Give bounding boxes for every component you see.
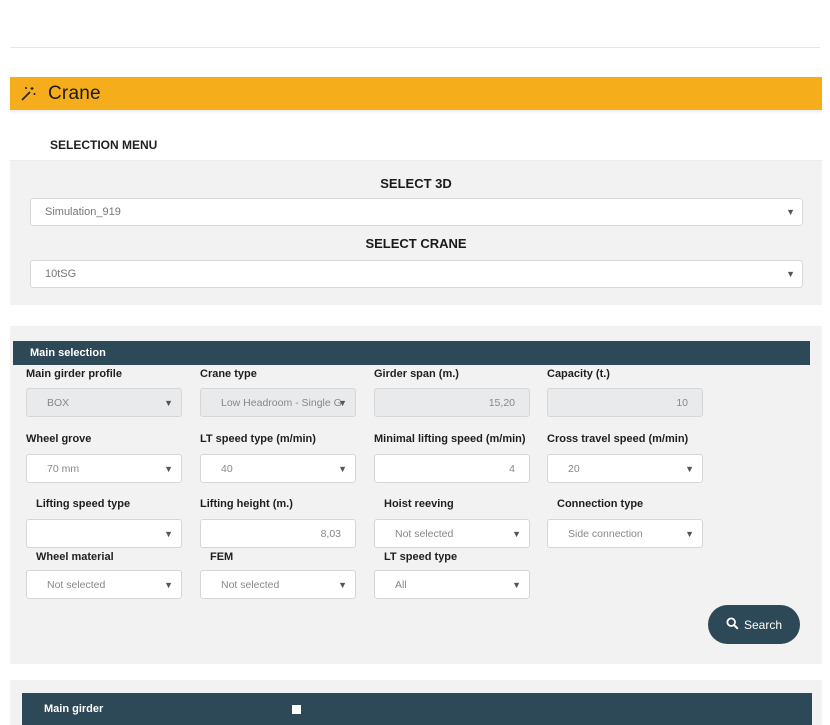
select-crane-dropdown[interactable]: 10tSG ▼ [30, 260, 803, 288]
hoist-reeving-select[interactable]: Not selected ▼ [374, 519, 530, 548]
girder-span-label: Girder span (m.) [374, 368, 459, 380]
select-crane-value: 10tSG [45, 268, 77, 280]
top-divider [10, 47, 820, 48]
chevron-down-icon: ▼ [338, 579, 347, 590]
girder-span-value: 15,20 [488, 396, 515, 409]
search-button[interactable]: Search [708, 605, 800, 644]
crane-type-select[interactable]: Low Headroom - Single G ▼ [200, 388, 356, 417]
main-selection-title-bar: Main selection [13, 341, 810, 365]
minimal-lifting-speed-input[interactable]: 4 [374, 454, 530, 483]
wheel-material-select[interactable]: Not selected ▼ [26, 570, 182, 599]
girder-span-input[interactable]: 15,20 [374, 388, 530, 417]
lt-speed-type-value: All [395, 578, 407, 591]
lt-speed-type-label: LT speed type [384, 551, 458, 563]
chevron-down-icon: ▼ [164, 463, 173, 474]
main-girder-profile-select[interactable]: BOX ▼ [26, 388, 182, 417]
chevron-down-icon: ▼ [685, 463, 694, 474]
connection-type-select[interactable]: Side connection ▼ [547, 519, 703, 548]
connection-type-value: Side connection [568, 527, 643, 540]
capacity-label: Capacity (t.) [547, 368, 610, 380]
select-3d-heading: SELECT 3D [380, 176, 452, 191]
lifting-height-input[interactable]: 8,03 [200, 519, 356, 548]
chevron-down-icon: ▼ [164, 397, 173, 408]
lifting-speed-type-select[interactable]: ▼ [26, 519, 182, 548]
chevron-down-icon: ▼ [338, 397, 347, 408]
crane-header-banner: Crane [10, 77, 822, 110]
connection-type-label: Connection type [557, 498, 644, 510]
main-selection-panel: Main selection Main girder profile BOX ▼… [10, 326, 822, 664]
cross-travel-speed-value: 20 [568, 462, 580, 475]
crane-type-value: Low Headroom - Single G [221, 396, 342, 409]
wheel-grove-select[interactable]: 70 mm ▼ [26, 454, 182, 483]
select-3d-value: Simulation_919 [45, 206, 121, 218]
fem-label: FEM [210, 551, 234, 563]
chevron-down-icon: ▼ [164, 528, 173, 539]
lifting-speed-type-label: Lifting speed type [36, 498, 131, 510]
lifting-height-label: Lifting height (m.) [200, 498, 293, 510]
wheel-material-label: Wheel material [36, 551, 114, 563]
chevron-down-icon: ▼ [685, 528, 694, 539]
chevron-down-icon: ▼ [786, 269, 795, 279]
page-title: Crane [48, 82, 101, 104]
capacity-value: 10 [676, 396, 688, 409]
lt-speed-type-mmin-value: 40 [221, 462, 233, 475]
lifting-height-value: 8,03 [320, 527, 341, 540]
capacity-input[interactable]: 10 [547, 388, 703, 417]
wheel-material-value: Not selected [47, 578, 106, 591]
search-icon [726, 616, 739, 633]
lt-speed-type-select[interactable]: All ▼ [374, 570, 530, 599]
main-girder-profile-label: Main girder profile [26, 368, 122, 380]
chevron-down-icon: ▼ [338, 463, 347, 474]
select-crane-heading: SELECT CRANE [365, 236, 467, 251]
cross-travel-speed-label: Cross travel speed (m/min) [547, 433, 689, 445]
chevron-down-icon: ▼ [164, 579, 173, 590]
cross-travel-speed-select[interactable]: 20 ▼ [547, 454, 703, 483]
chevron-down-icon: ▼ [512, 579, 521, 590]
lt-speed-type-mmin-select[interactable]: 40 ▼ [200, 454, 356, 483]
selection-menu-label: SELECTION MENU [50, 138, 158, 152]
chevron-down-icon: ▼ [786, 207, 795, 217]
lt-speed-type-mmin-label: LT speed type (m/min) [200, 433, 316, 445]
minimal-lifting-speed-label: Minimal lifting speed (m/min) [374, 433, 526, 445]
minimal-lifting-speed-value: 4 [509, 462, 515, 475]
wheel-grove-label: Wheel grove [26, 433, 92, 445]
fem-value: Not selected [221, 578, 280, 591]
main-girder-title-bar: Main girder [22, 693, 812, 725]
chevron-down-icon: ▼ [512, 528, 521, 539]
main-girder-profile-value: BOX [47, 396, 70, 409]
selection-panel: SELECT 3D Simulation_919 ▼ SELECT CRANE … [10, 161, 822, 305]
fem-select[interactable]: Not selected ▼ [200, 570, 356, 599]
main-girder-panel: Main girder [10, 680, 822, 725]
checkbox[interactable] [292, 705, 301, 714]
main-girder-title: Main girder [44, 703, 104, 715]
hoist-reeving-label: Hoist reeving [384, 498, 454, 510]
crane-type-label: Crane type [200, 368, 257, 380]
select-3d-dropdown[interactable]: Simulation_919 ▼ [30, 198, 803, 226]
search-button-label: Search [743, 617, 783, 632]
wheel-grove-value: 70 mm [47, 462, 80, 475]
hoist-reeving-value: Not selected [395, 527, 454, 540]
magic-wand-icon [18, 84, 38, 104]
